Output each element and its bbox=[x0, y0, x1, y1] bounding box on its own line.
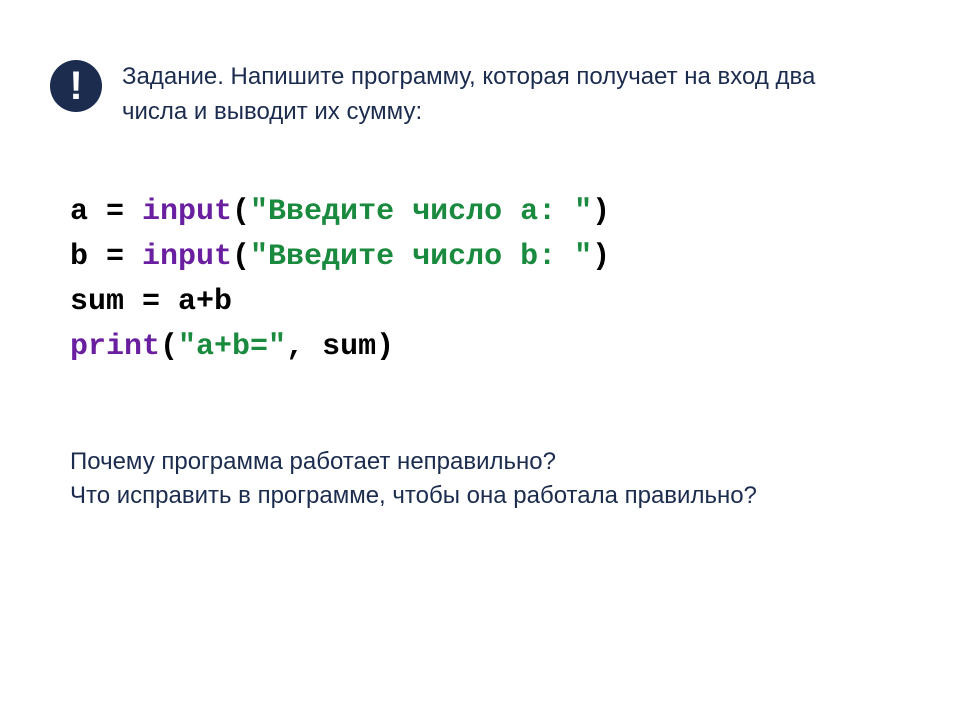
code-token: , sum bbox=[286, 330, 376, 364]
exclamation-icon: ! bbox=[50, 60, 102, 112]
code-token: a = bbox=[70, 195, 142, 229]
code-token: ) bbox=[592, 240, 610, 274]
code-line-1: a = input("Введите число a: ") bbox=[70, 190, 910, 235]
code-token: ( bbox=[160, 330, 178, 364]
questions-block: Почему программа работает неправильно? Ч… bbox=[70, 445, 890, 515]
code-token: ) bbox=[592, 195, 610, 229]
code-line-2: b = input("Введите число b: ") bbox=[70, 235, 910, 280]
code-token: "Введите число b: " bbox=[250, 240, 592, 274]
code-token: b = bbox=[70, 240, 142, 274]
code-token: print bbox=[70, 330, 160, 364]
code-token: ( bbox=[232, 195, 250, 229]
code-token: ( bbox=[232, 240, 250, 274]
code-token: sum = a+b bbox=[70, 285, 232, 319]
code-token: "Введите число a: " bbox=[250, 195, 592, 229]
question-1: Почему программа работает неправильно? bbox=[70, 445, 890, 480]
code-token: input bbox=[142, 240, 232, 274]
code-line-4: print("a+b=", sum) bbox=[70, 325, 910, 370]
code-token: "a+b=" bbox=[178, 330, 286, 364]
question-2: Что исправить в программе, чтобы она раб… bbox=[70, 479, 890, 514]
code-block: a = input("Введите число a: ") b = input… bbox=[70, 190, 910, 370]
code-token: ) bbox=[376, 330, 394, 364]
task-header: ! Задание. Напишите программу, которая п… bbox=[50, 60, 910, 130]
task-text: Задание. Напишите программу, которая пол… bbox=[122, 60, 862, 130]
code-line-3: sum = a+b bbox=[70, 280, 910, 325]
slide-container: ! Задание. Напишите программу, которая п… bbox=[0, 0, 960, 564]
code-token: input bbox=[142, 195, 232, 229]
